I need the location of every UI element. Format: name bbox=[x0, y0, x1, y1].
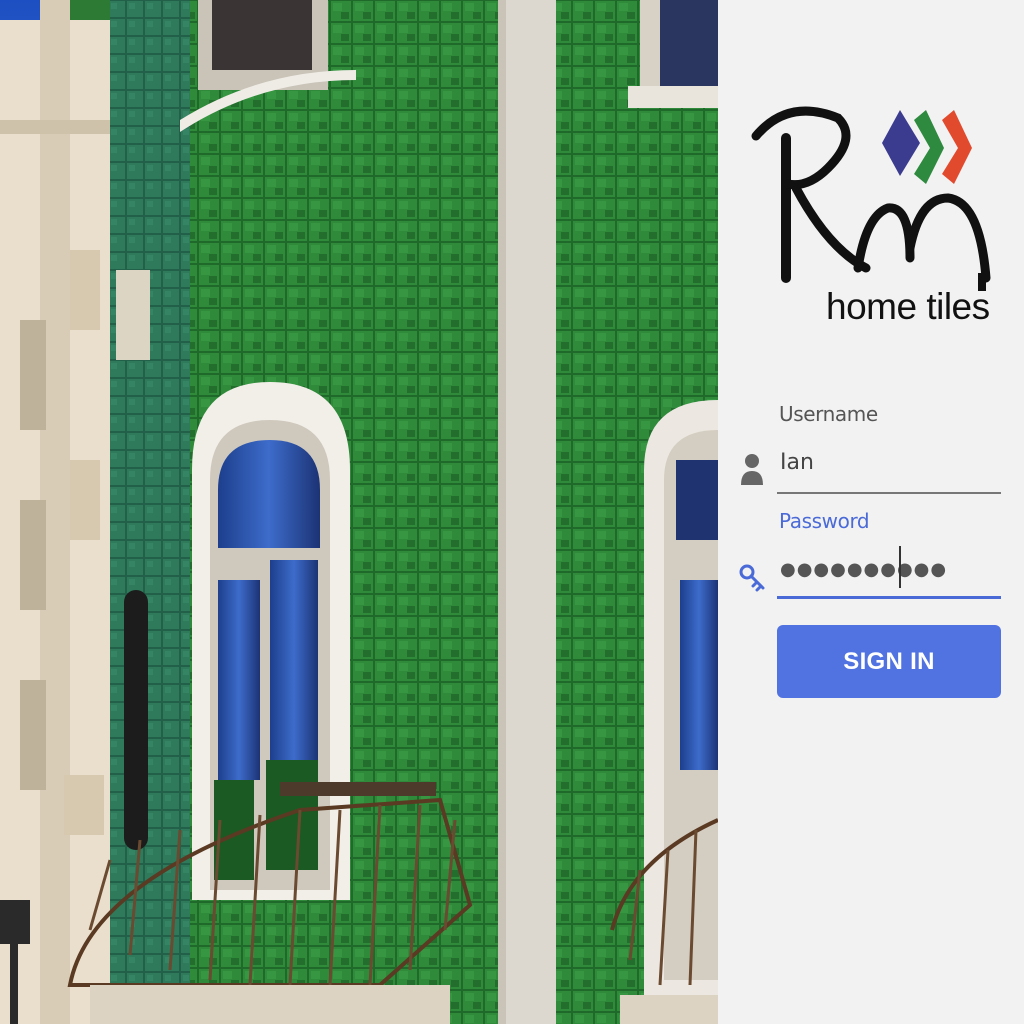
password-input[interactable]: ●●●●●●●●●● bbox=[778, 548, 1002, 588]
login-page: home tiles Username Password ●●●●●●●●●● … bbox=[0, 0, 1024, 1024]
text-caret bbox=[899, 546, 901, 588]
green-chevron-icon bbox=[914, 110, 944, 184]
username-underline bbox=[777, 492, 1001, 494]
red-chevron-icon bbox=[942, 110, 972, 184]
sign-in-button[interactable]: SIGN IN bbox=[777, 625, 1001, 698]
rm-logo-mark bbox=[751, 106, 991, 291]
hero-building-photo bbox=[0, 0, 718, 1024]
username-label: Username bbox=[779, 402, 878, 426]
brand-subtitle: home tiles bbox=[826, 286, 990, 327]
brand-logo: home tiles bbox=[748, 98, 998, 338]
login-panel: home tiles Username Password ●●●●●●●●●● … bbox=[718, 0, 1024, 1024]
password-underline bbox=[777, 596, 1001, 599]
username-input[interactable] bbox=[778, 442, 1002, 482]
user-icon bbox=[741, 454, 763, 485]
password-label: Password bbox=[779, 509, 870, 533]
key-icon bbox=[739, 564, 765, 592]
